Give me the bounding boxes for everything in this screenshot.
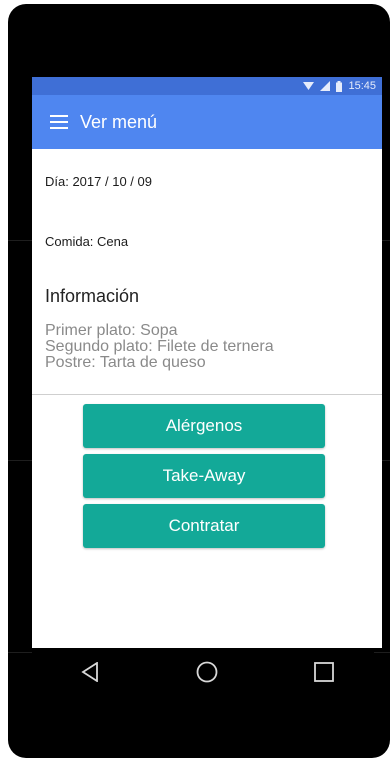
section-divider [32,394,382,395]
home-circle-icon [196,661,218,683]
system-nav-bar [32,648,382,696]
back-button[interactable] [70,652,110,692]
status-bar: 15:45 [32,77,382,95]
recents-button[interactable] [304,652,344,692]
battery-icon [336,80,343,92]
hire-button[interactable]: Contratar [83,504,325,548]
frame-divider [8,240,32,241]
allergens-button[interactable]: Alérgenos [83,404,325,448]
takeaway-button[interactable]: Take-Away [83,454,325,498]
hamburger-menu-icon [50,115,68,129]
signal-icon [320,81,331,91]
recents-square-icon [313,662,334,682]
page-title: Ver menú [80,111,158,132]
frame-divider [8,460,32,461]
home-button[interactable] [187,652,227,692]
status-time: 15:45 [348,80,376,92]
dessert-text: Postre: Tarta de queso [45,354,206,371]
info-heading: Información [45,286,140,306]
first-course-text: Primer plato: Sopa [45,322,178,339]
app-screen: 15:45 Ver menú Día: 2017 / 10 / 09 Comid… [32,77,382,648]
back-triangle-icon [81,662,99,682]
day-label: Día: 2017 / 10 / 09 [45,174,152,189]
app-bar: Ver menú [32,95,382,149]
menu-button[interactable] [43,106,75,138]
frame-divider [8,652,32,653]
phone-frame: 15:45 Ver menú Día: 2017 / 10 / 09 Comid… [8,4,390,758]
second-course-text: Segundo plato: Filete de ternera [45,338,274,355]
wifi-icon [303,82,315,90]
meal-label: Comida: Cena [45,234,129,249]
